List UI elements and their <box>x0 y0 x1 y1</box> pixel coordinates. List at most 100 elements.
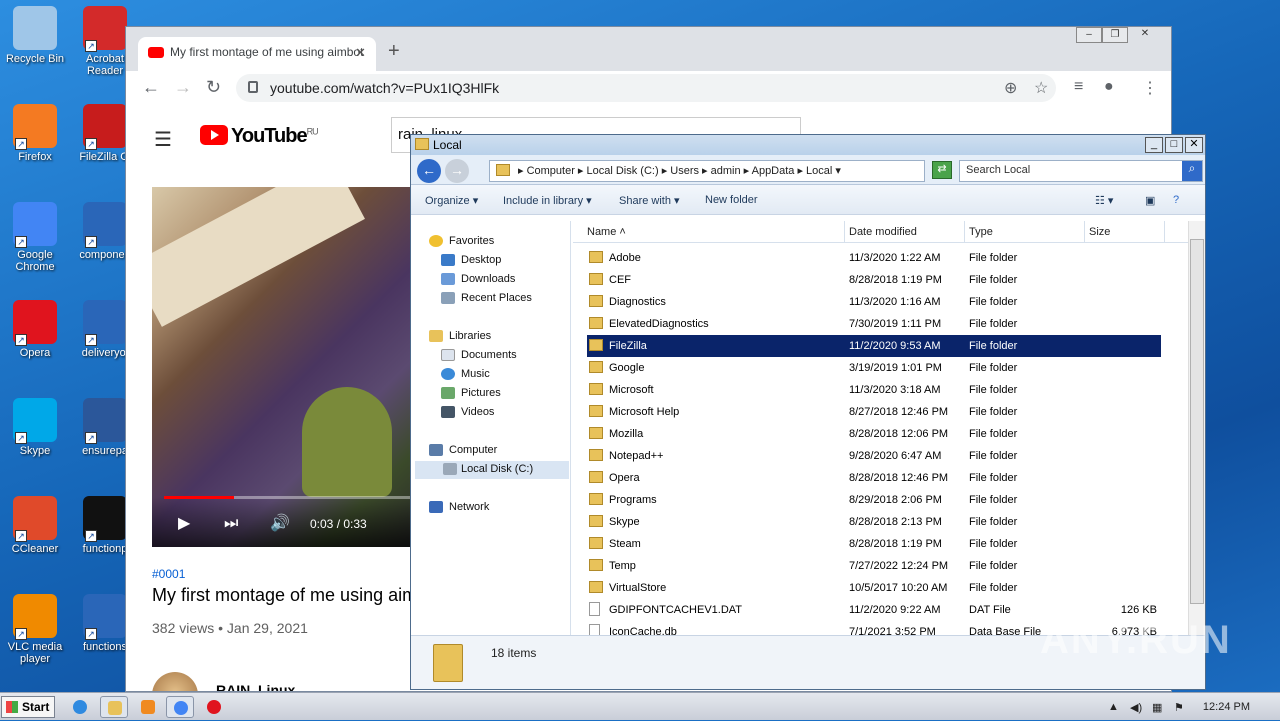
column-name[interactable]: Name ˄ <box>573 221 845 243</box>
nav-music[interactable]: Music <box>441 366 490 384</box>
file-row[interactable]: Diagnostics 11/3/2020 1:16 AM File folder <box>587 291 1161 313</box>
desktop-icon-google-chrome[interactable]: ↗ Google Chrome <box>0 202 70 273</box>
address-bar[interactable]: youtube.com/watch?v=PUx1IQ3HlFk <box>236 74 1056 102</box>
tab-close-icon[interactable]: ✕ <box>355 45 366 61</box>
breadcrumb[interactable]: ▸ Computer ▸ Local Disk (C:) ▸ Users ▸ a… <box>489 160 925 182</box>
minimize-button[interactable]: – <box>1076 27 1102 43</box>
close-button[interactable]: ✕ <box>1185 137 1203 153</box>
restore-button[interactable]: ❐ <box>1102 27 1128 43</box>
flag-icon[interactable]: ⚑ <box>1174 701 1184 714</box>
maximize-button[interactable]: □ <box>1165 137 1183 153</box>
file-date: 9/28/2020 6:47 AM <box>849 450 942 462</box>
youtube-logo[interactable]: YouTubeRU <box>200 125 319 148</box>
share-with-menu[interactable]: Share with ▾ <box>619 194 680 207</box>
nav-local-disk[interactable]: Local Disk (C:) <box>415 461 569 479</box>
start-button[interactable]: Start <box>1 696 55 718</box>
nav-favorites[interactable]: Favorites <box>429 233 494 251</box>
file-row[interactable]: Adobe 11/3/2020 1:22 AM File folder <box>587 247 1161 269</box>
video-hashtag[interactable]: #0001 <box>152 567 185 581</box>
volume-icon[interactable]: ◀) <box>1130 701 1142 714</box>
play-icon[interactable]: ▶ <box>178 513 190 533</box>
bookmark-star-icon[interactable]: ☆ <box>1034 78 1048 98</box>
desktop-icon-vlc[interactable]: ↗ VLC media player <box>0 594 70 665</box>
nav-recent-places[interactable]: Recent Places <box>441 290 532 308</box>
nav-libraries[interactable]: Libraries <box>429 328 491 346</box>
file-row[interactable]: Notepad++ 9/28/2020 6:47 AM File folder <box>587 445 1161 467</box>
file-row[interactable]: VirtualStore 10/5/2017 10:20 AM File folde… <box>587 577 1161 599</box>
video-progress-bar[interactable] <box>164 496 412 499</box>
nav-documents[interactable]: Documents <box>441 347 517 365</box>
back-arrow-icon[interactable]: ← <box>417 159 441 183</box>
chrome-tab-youtube[interactable]: My first montage of me using aimbot ✕ <box>138 37 376 71</box>
desktop-icon-skype[interactable]: ↗ Skype <box>0 398 70 457</box>
file-row[interactable]: CEF 8/28/2018 1:19 PM File folder <box>587 269 1161 291</box>
scrollbar-thumb[interactable] <box>1190 239 1204 604</box>
file-row[interactable]: Temp 7/27/2022 12:24 PM File folder <box>587 555 1161 577</box>
show-hidden-icons-icon[interactable]: ▲ <box>1108 701 1119 713</box>
column-type[interactable]: Type <box>965 221 1085 243</box>
file-date: 8/28/2018 2:13 PM <box>849 516 942 528</box>
nav-network[interactable]: Network <box>429 499 489 517</box>
file-row[interactable]: ElevatedDiagnostics 7/30/2019 1:11 PM File… <box>587 313 1161 335</box>
more-menu-icon[interactable]: ⋮ <box>1142 78 1158 98</box>
next-icon[interactable]: ⏭ <box>224 515 238 533</box>
desktop-icon-ccleaner[interactable]: ↗ CCleaner <box>0 496 70 555</box>
nav-videos[interactable]: Videos <box>441 404 494 422</box>
column-date-modified[interactable]: Date modified <box>845 221 965 243</box>
minimize-button[interactable]: _ <box>1145 137 1163 153</box>
new-folder-button[interactable]: New folder <box>705 194 758 206</box>
forward-arrow-icon[interactable]: → <box>445 159 469 183</box>
help-icon[interactable]: ? <box>1173 194 1179 206</box>
preview-pane-icon[interactable]: ▣ <box>1145 194 1155 207</box>
new-tab-button[interactable]: + <box>388 40 400 63</box>
taskbar-opera[interactable] <box>200 696 228 718</box>
folder-icon <box>589 515 603 527</box>
shortcut-arrow-icon: ↗ <box>85 236 97 248</box>
file-row[interactable]: Steam 8/28/2018 1:19 PM File folder <box>587 533 1161 555</box>
include-in-library-menu[interactable]: Include in library ▾ <box>503 194 592 207</box>
desktop-icon-recycle-bin[interactable]: Recycle Bin <box>0 6 70 65</box>
search-icon[interactable]: ⌕ <box>1182 161 1202 181</box>
file-row[interactable]: Mozilla 8/28/2018 12:06 PM File folder <box>587 423 1161 445</box>
nav-desktop[interactable]: Desktop <box>441 252 501 270</box>
add-icon[interactable]: ⊕ <box>1004 78 1017 98</box>
file-row[interactable]: Microsoft Help 8/27/2018 12:46 PM File fol… <box>587 401 1161 423</box>
channel-name[interactable]: RAIN_Linux <box>216 682 295 691</box>
taskbar-chrome[interactable] <box>166 696 194 718</box>
file-row[interactable]: FileZilla 11/2/2020 9:53 AM File folder <box>587 335 1161 357</box>
desktop-icon-opera[interactable]: ↗ Opera <box>0 300 70 359</box>
nav-downloads[interactable]: Downloads <box>441 271 515 289</box>
profile-icon[interactable]: ● <box>1104 78 1114 96</box>
desktop-icon-label: Recycle Bin <box>5 53 65 65</box>
vertical-scrollbar[interactable] <box>1188 221 1205 635</box>
nav-pictures[interactable]: Pictures <box>441 385 501 403</box>
search-input[interactable]: Search Local ⌕ <box>959 160 1203 182</box>
close-button[interactable]: ✕ <box>1132 27 1158 43</box>
view-options-icon[interactable]: ☷ ▾ <box>1095 194 1113 207</box>
taskbar-media-player[interactable] <box>134 696 162 718</box>
file-row[interactable]: Google 3/19/2019 1:01 PM File folder <box>587 357 1161 379</box>
taskbar-explorer[interactable] <box>100 696 128 718</box>
volume-icon[interactable]: 🔊 <box>270 513 290 533</box>
refresh-icon[interactable]: ⇄ <box>932 161 952 179</box>
channel-avatar[interactable] <box>152 672 198 691</box>
file-name: Skype <box>609 516 640 528</box>
clock[interactable]: 12:24 PM <box>1203 701 1250 713</box>
hamburger-menu-icon[interactable]: ☰ <box>154 127 172 152</box>
video-player[interactable]: ▶ ⏭ 🔊 0:03 / 0:33 <box>152 187 412 547</box>
organize-menu[interactable]: Organize ▾ <box>425 194 478 207</box>
back-arrow-icon[interactable]: ← <box>142 77 160 98</box>
media-queue-icon[interactable]: ≡ <box>1074 78 1083 96</box>
file-row[interactable]: Opera 8/28/2018 12:46 PM File folder <box>587 467 1161 489</box>
file-row[interactable]: Programs 8/29/2018 2:06 PM File folder <box>587 489 1161 511</box>
reload-icon[interactable]: ↻ <box>206 77 221 98</box>
file-name: VirtualStore <box>609 582 667 594</box>
file-row[interactable]: Microsoft 11/3/2020 3:18 AM File folder <box>587 379 1161 401</box>
forward-arrow-icon[interactable]: → <box>174 77 192 98</box>
network-icon[interactable]: ▦ <box>1152 701 1162 714</box>
desktop-icon-firefox[interactable]: ↗ Firefox <box>0 104 70 163</box>
nav-computer[interactable]: Computer <box>429 442 497 460</box>
taskbar-ie[interactable] <box>66 696 94 718</box>
column-size[interactable]: Size <box>1085 221 1165 243</box>
file-row[interactable]: Skype 8/28/2018 2:13 PM File folder <box>587 511 1161 533</box>
